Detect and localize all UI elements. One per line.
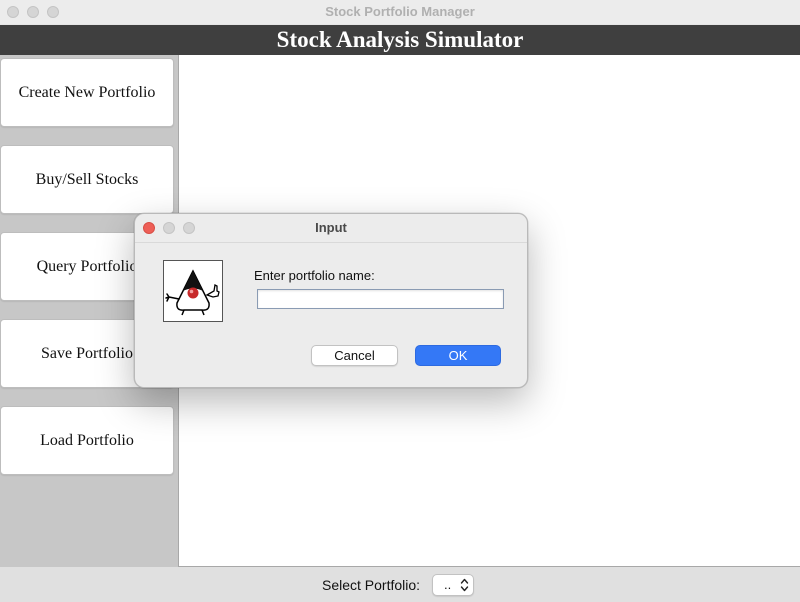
app-header-title: Stock Analysis Simulator — [0, 25, 800, 55]
footer-bar: Select Portfolio: — [0, 567, 800, 602]
portfolio-select[interactable]: .. — [432, 574, 474, 596]
dialog-title-bar: Input — [135, 214, 527, 243]
create-new-portfolio-button[interactable]: Create New Portfolio — [0, 58, 174, 127]
ok-button[interactable]: OK — [415, 345, 501, 366]
input-dialog: Input Enter portfolio name: Cancel OK — [134, 213, 528, 388]
portfolio-name-input[interactable] — [257, 289, 504, 309]
window-title: Stock Portfolio Manager — [325, 4, 475, 19]
portfolio-name-prompt: Enter portfolio name: — [254, 268, 375, 283]
up-down-chevron-icon — [460, 578, 469, 592]
cancel-button[interactable]: Cancel — [311, 345, 398, 366]
load-portfolio-button[interactable]: Load Portfolio — [0, 406, 174, 475]
portfolio-select-value: .. — [444, 577, 452, 592]
select-portfolio-label: Select Portfolio: — [322, 577, 421, 593]
java-duke-icon — [163, 260, 223, 322]
window-title-bar: Stock Portfolio Manager — [0, 0, 800, 24]
dialog-title: Input — [315, 220, 347, 235]
buy-sell-stocks-button[interactable]: Buy/Sell Stocks — [0, 145, 174, 214]
